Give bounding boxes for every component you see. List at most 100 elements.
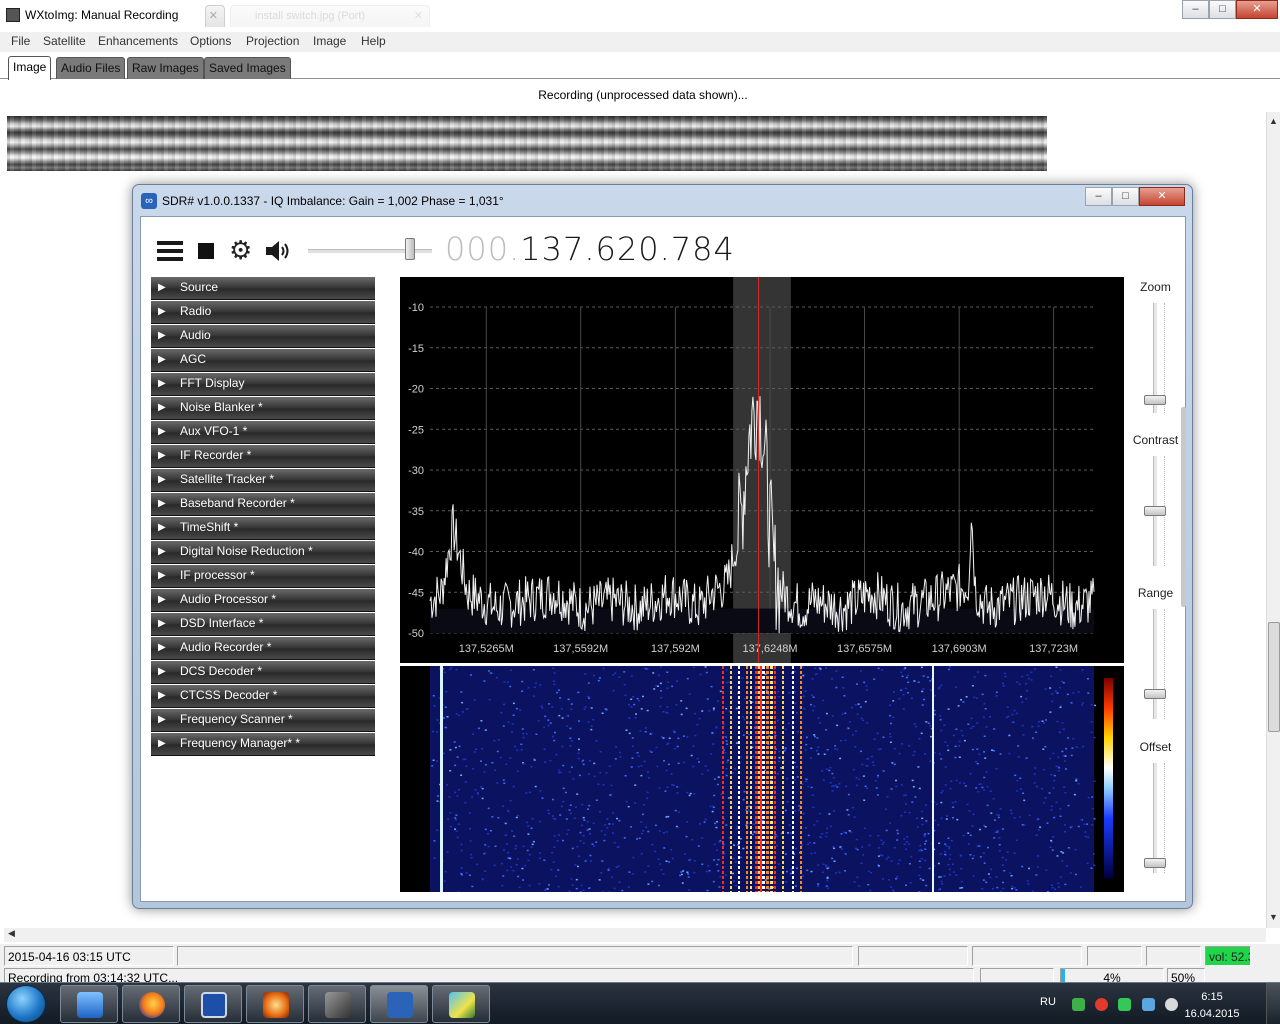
waterfall-pixel <box>854 746 857 748</box>
frequency-prefix[interactable]: 000. <box>445 230 520 268</box>
plugin-item[interactable]: ▶ AGC <box>151 349 375 372</box>
ghost-tab-close[interactable]: ✕ <box>205 5 225 27</box>
tab-audio-files[interactable]: Audio Files <box>56 57 126 79</box>
vertical-scrollbar[interactable]: ▲ ▼ <box>1266 112 1280 928</box>
plugin-item[interactable]: ▶ Audio Processor * <box>151 589 375 612</box>
taskbar-orbitron[interactable] <box>432 985 490 1023</box>
plugin-item[interactable]: ▶ Frequency Manager* * <box>151 733 375 756</box>
tab-raw-images[interactable]: Raw Images <box>127 57 204 79</box>
menu-projection[interactable]: Projection <box>246 34 299 48</box>
plugin-item[interactable]: ▶ Audio Recorder * <box>151 637 375 660</box>
plugin-item[interactable]: ▶ DCS Decoder * <box>151 661 375 684</box>
waterfall-pixel <box>960 868 963 870</box>
speaker-icon[interactable] <box>264 239 292 263</box>
plugin-item[interactable]: ▶ Noise Blanker * <box>151 397 375 420</box>
waterfall-pixel <box>1014 774 1017 777</box>
plugin-item[interactable]: ▶ IF Recorder * <box>151 445 375 468</box>
plugin-item[interactable]: ▶ Baseband Recorder * <box>151 493 375 516</box>
plugin-item[interactable]: ▶ Source <box>151 277 375 300</box>
close-button[interactable]: ✕ <box>1236 0 1278 19</box>
volume-slider-thumb[interactable] <box>404 238 415 260</box>
plugin-item[interactable]: ▶ CTCSS Decoder * <box>151 685 375 708</box>
sdr-close-button[interactable]: ✕ <box>1139 187 1185 206</box>
gear-icon[interactable]: ⚙ <box>229 237 255 263</box>
show-desktop-button[interactable] <box>1266 983 1280 1024</box>
scroll-up-icon[interactable]: ▲ <box>1269 116 1278 126</box>
network-icon[interactable] <box>1072 998 1085 1011</box>
plugin-item[interactable]: ▶ Audio <box>151 325 375 348</box>
blocker-icon[interactable] <box>1095 998 1108 1011</box>
slider-track-range[interactable] <box>1153 609 1157 719</box>
sdr-minimize-button[interactable]: – <box>1085 187 1112 206</box>
hamburger-menu-icon[interactable] <box>157 241 183 261</box>
plugin-item[interactable]: ▶ Satellite Tracker * <box>151 469 375 492</box>
menu-enhancements[interactable]: Enhancements <box>98 34 178 48</box>
sdr-maximize-button[interactable]: □ <box>1112 187 1139 206</box>
spectrum-chart[interactable]: -10-15-20-25-30-35-40-45-50137,5265M 137,… <box>400 277 1124 663</box>
taskbar-satellite-app[interactable] <box>246 985 304 1023</box>
menu-file[interactable]: File <box>11 34 30 48</box>
tab-saved-images[interactable]: Saved Images <box>204 57 291 79</box>
menu-bar: File Satellite Enhancements Options Proj… <box>0 32 1280 52</box>
scroll-down-icon[interactable]: ▼ <box>1269 912 1278 922</box>
waterfall-pixel <box>949 853 952 856</box>
monitor-icon[interactable] <box>1142 998 1155 1011</box>
plugin-item[interactable]: ▶ Radio <box>151 301 375 324</box>
taskbar-save-app[interactable] <box>184 985 242 1023</box>
start-button[interactable] <box>6 985 46 1023</box>
slider-track-offset[interactable] <box>1153 763 1157 873</box>
slider-thumb-contrast[interactable] <box>1144 506 1166 516</box>
plugin-item[interactable]: ▶ Frequency Scanner * <box>151 709 375 732</box>
waterfall-pixel <box>553 739 556 742</box>
waterfall-pixel <box>683 761 685 764</box>
waterfall-pixel <box>958 756 961 758</box>
slider-thumb-offset[interactable] <box>1144 858 1166 868</box>
signal-pixel <box>730 731 732 734</box>
plugin-item[interactable]: ▶ TimeShift * <box>151 517 375 540</box>
slider-thumb-range[interactable] <box>1144 689 1166 699</box>
scroll-thumb[interactable] <box>1268 622 1280 732</box>
waterfall-pixel <box>699 673 702 676</box>
expand-arrow-icon: ▶ <box>158 546 166 557</box>
menu-image[interactable]: Image <box>313 34 346 48</box>
frequency-display[interactable]: 000.137.620.784 <box>445 230 735 268</box>
stop-icon[interactable] <box>198 243 214 259</box>
waterfall-pixel <box>825 885 828 887</box>
tab-image[interactable]: Image <box>8 56 52 80</box>
maximize-button[interactable]: □ <box>1209 0 1236 19</box>
frequency-value[interactable]: 137.620.784 <box>520 230 735 268</box>
horizontal-scrollbar[interactable]: ◀ <box>4 928 1266 942</box>
signal-pixel <box>722 851 724 854</box>
signal-pixel <box>792 871 794 874</box>
taskbar-wxtoimg[interactable] <box>308 985 366 1023</box>
waterfall-display[interactable] <box>400 666 1124 892</box>
waterfall-pixel <box>713 794 716 797</box>
plugin-item[interactable]: ▶ Aux VFO-1 * <box>151 421 375 444</box>
speaker-tray-icon[interactable] <box>1165 998 1178 1011</box>
spectrum-display[interactable]: -10 -15 -20 -25 -30 -35 -40 -45 -50 137,5265M 137,… <box>400 277 1124 663</box>
waterfall-pixel <box>835 670 838 672</box>
plugin-item[interactable]: ▶ FFT Display <box>151 373 375 396</box>
plugin-item[interactable]: ▶ DSD Interface * <box>151 613 375 636</box>
waterfall-pixel <box>582 835 585 837</box>
menu-help[interactable]: Help <box>361 34 386 48</box>
minimize-button[interactable]: – <box>1182 0 1209 19</box>
plugin-item[interactable]: ▶ Digital Noise Reduction * <box>151 541 375 564</box>
clock-date[interactable]: 16.04.2015 <box>1180 1008 1244 1020</box>
menu-options[interactable]: Options <box>190 34 231 48</box>
waterfall-chart[interactable] <box>400 666 1124 892</box>
taskbar-firefox[interactable] <box>122 985 180 1023</box>
clock-time[interactable]: 6:15 <box>1180 991 1244 1003</box>
menu-satellite[interactable]: Satellite <box>43 34 86 48</box>
sdr-scrollbar[interactable] <box>1181 277 1187 903</box>
ghost-browser-tab[interactable]: install switch.jpg (Port) ✕ <box>230 5 430 27</box>
language-indicator[interactable]: RU <box>1040 996 1056 1008</box>
slider-thumb-zoom[interactable] <box>1144 395 1166 405</box>
taskbar-explorer[interactable] <box>60 985 118 1023</box>
sdr-scroll-thumb[interactable] <box>1181 407 1186 607</box>
scroll-left-icon[interactable]: ◀ <box>8 928 15 939</box>
plugin-item[interactable]: ▶ IF processor * <box>151 565 375 588</box>
signal-pixel <box>762 736 765 739</box>
taskbar-sdr-sharp[interactable] <box>370 985 428 1023</box>
chat-icon[interactable] <box>1118 998 1131 1011</box>
